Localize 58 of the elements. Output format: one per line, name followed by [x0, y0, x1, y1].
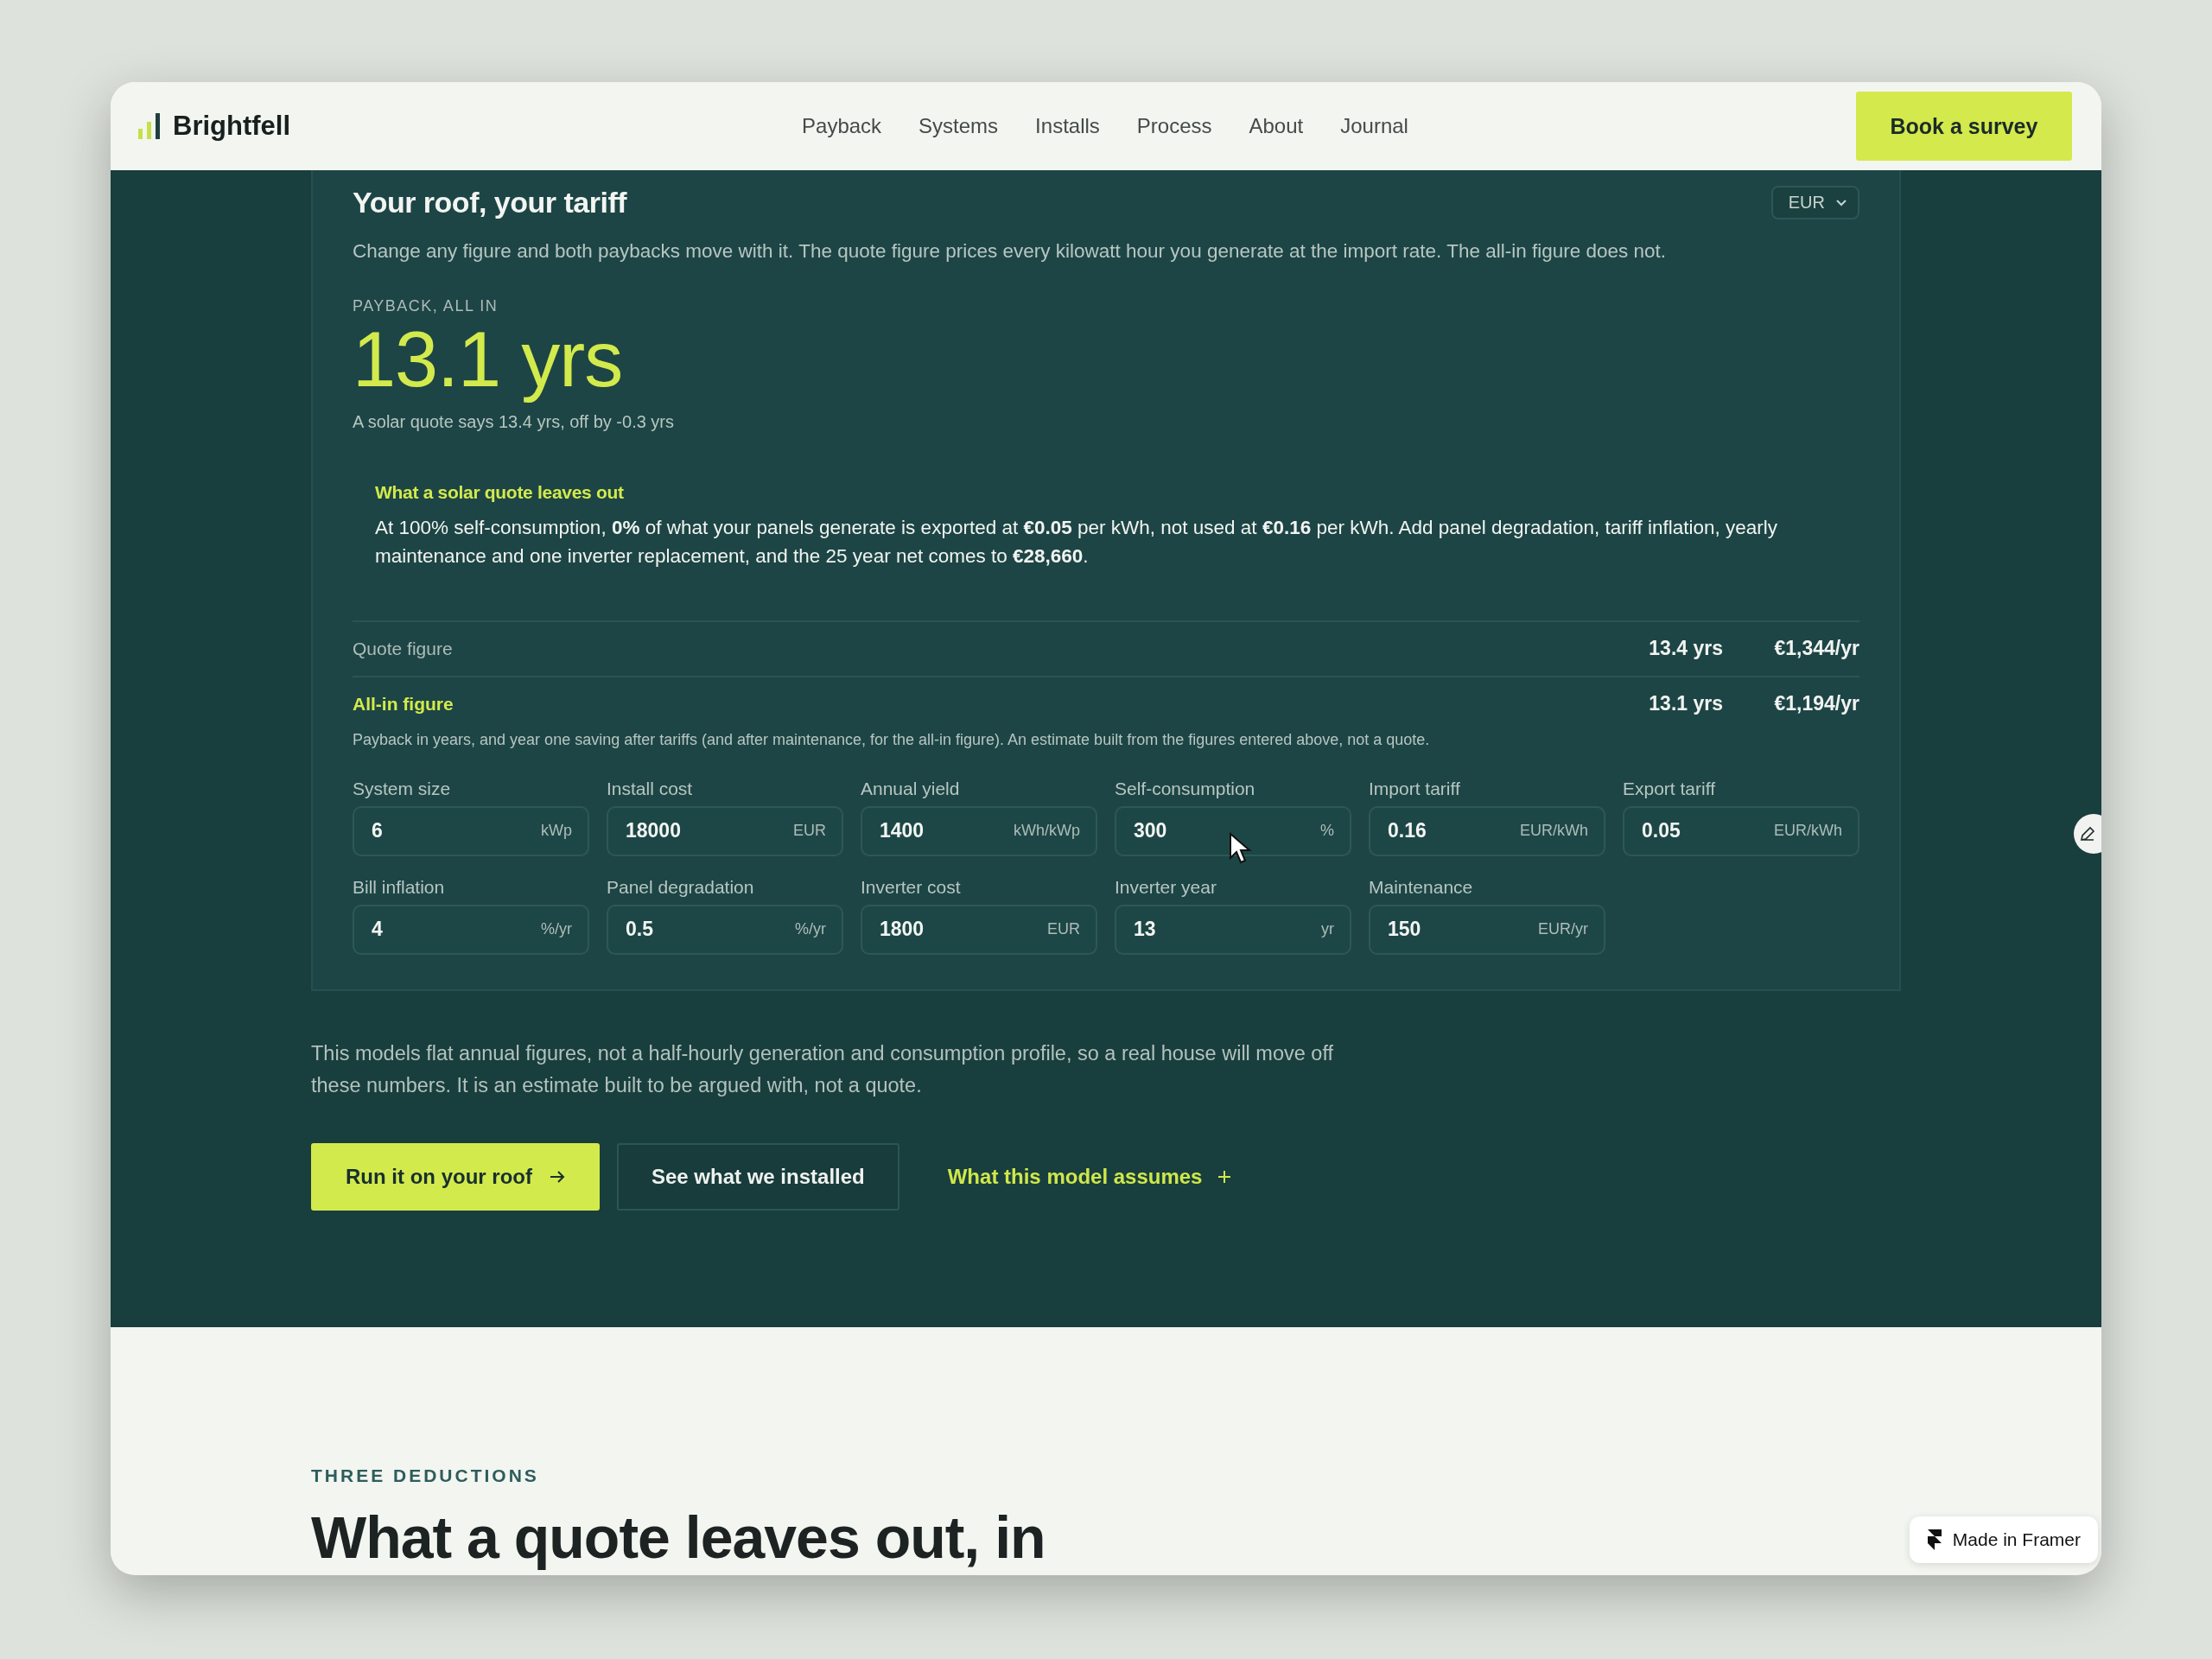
input-field[interactable]: 0.05 EUR/kWh	[1623, 805, 1859, 856]
payback-label: PAYBACK, ALL IN	[353, 297, 499, 315]
pencil-icon	[2079, 825, 2096, 842]
nav-link[interactable]: Systems	[918, 114, 999, 138]
made-in-framer-badge[interactable]: Made in Framer	[1909, 1516, 2098, 1563]
field-label: Self-consumption	[1115, 778, 1256, 799]
row-saving: €1,194/yr	[1773, 692, 1859, 715]
nav-link[interactable]: About	[1249, 114, 1304, 138]
arrow-icon	[549, 1169, 565, 1184]
nav-link[interactable]: Payback	[802, 114, 882, 138]
card-description: Change any figure and both paybacks move with it. The quote figure prices every kilowatt hour you generate at the import rate. The all-in figure does not.	[353, 240, 1668, 263]
action-button[interactable]: See what we installed	[616, 1142, 899, 1211]
field-label: Panel degradation	[607, 876, 755, 898]
field-label: Maintenance	[1369, 876, 1474, 898]
section-heading: What a quote leaves out, in	[311, 1503, 1046, 1571]
row-years: 13.4 yrs	[1649, 637, 1723, 660]
input-field[interactable]: 13 yr	[1115, 904, 1351, 955]
card-title: Your roof, your tariff	[353, 186, 627, 219]
row-saving: €1,344/yr	[1773, 637, 1859, 660]
field-label: Import tariff	[1369, 778, 1461, 799]
brand-name[interactable]: Brightfell	[173, 111, 291, 142]
assumptions-link[interactable]: What this model assumes	[916, 1142, 1263, 1211]
field-label: Inverter cost	[861, 876, 962, 898]
input-field[interactable]: 0.5 %/yr	[607, 904, 843, 955]
field-label: Annual yield	[861, 778, 961, 799]
nav-link[interactable]: Process	[1136, 114, 1212, 138]
payback-value: 13.1 yrs	[353, 315, 624, 404]
section-eyebrow: THREE DEDUCTIONS	[311, 1465, 540, 1486]
field-label: System size	[353, 778, 452, 799]
rows-note: Payback in years, and year one saving after tariffs (and after maintenance, for the all-in figure). An estimate built from the figures entered above, not a quote.	[353, 730, 1431, 749]
logo-icon	[138, 113, 161, 139]
callout-title: What a solar quote leaves out	[375, 481, 625, 503]
book-survey-button[interactable]: Book a survey	[1856, 92, 2072, 161]
field-label: Install cost	[607, 778, 694, 799]
row-label: Quote figure	[353, 638, 454, 659]
field-label: Inverter year	[1115, 876, 1217, 898]
field-label: Export tariff	[1623, 778, 1716, 799]
disclaimer-text: This models flat annual figures, not a half-hourly generation and consumption profile, so a real house will move off these numbers. It is an estimate built to be argued with, not a quote.	[311, 1040, 1335, 1098]
framer-icon	[1926, 1529, 1942, 1551]
nav-link[interactable]: Journal	[1340, 114, 1408, 138]
input-field[interactable]: 18000 EUR	[607, 805, 843, 856]
plus-icon	[1217, 1169, 1232, 1184]
row-years: 13.1 yrs	[1649, 692, 1723, 715]
input-field[interactable]: 1800 EUR	[861, 904, 1097, 955]
input-field[interactable]: 300 %	[1115, 805, 1351, 856]
nav-link[interactable]: Installs	[1035, 114, 1100, 138]
field-label: Bill inflation	[353, 876, 446, 898]
input-field[interactable]: 6 kWp	[353, 805, 589, 856]
input-field[interactable]: 0.16 EUR/kWh	[1369, 805, 1605, 856]
action-button[interactable]: Run it on your roof	[311, 1142, 600, 1211]
input-field[interactable]: 4 %/yr	[353, 904, 589, 955]
callout-text: At 100% self-consumption, 0% of what your panels generate is exported at €0.05 per kWh, not used at €0.16 per kWh. Add panel degradation, tariff inflation, yearly maintenance and one inverter replacement, and the 25 year net comes to €28,660.	[375, 515, 1779, 569]
currency-dropdown[interactable]: EUR	[1770, 186, 1859, 219]
input-field[interactable]: 150 EUR/yr	[1369, 904, 1605, 955]
row-label: All-in figure	[353, 693, 454, 715]
chevron-icon	[1835, 198, 1847, 207]
input-field[interactable]: 1400 kWh/kWp	[861, 805, 1097, 856]
payback-note: A solar quote says 13.4 yrs, off by -0.3 yrs	[353, 411, 676, 432]
